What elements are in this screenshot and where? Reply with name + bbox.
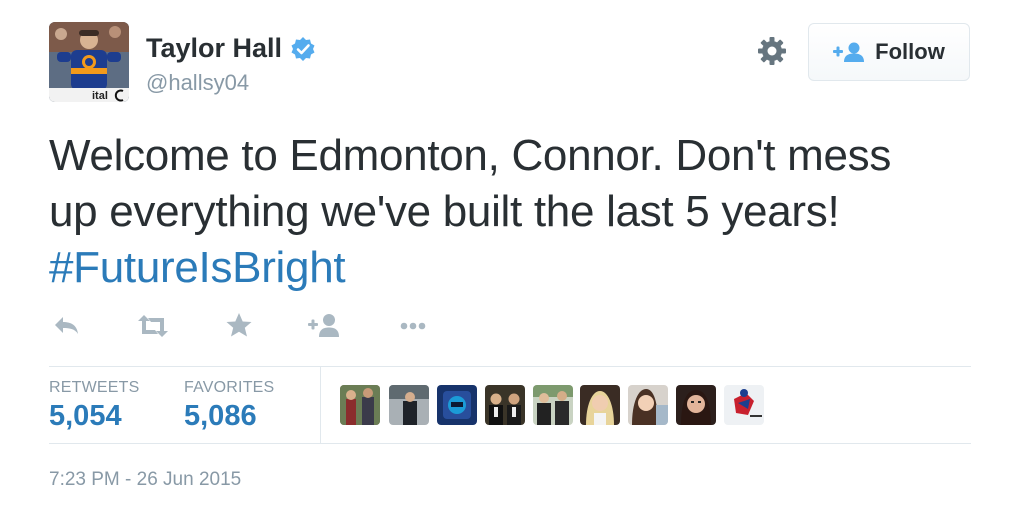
retweets-count[interactable]: 5,054 — [49, 400, 122, 433]
tweet-text-line: Welcome to Edmonton, Connor. Don't mess — [49, 131, 892, 180]
star-icon[interactable] — [221, 308, 257, 344]
follow-button-label: Follow — [875, 39, 945, 64]
avatar-sign-text: ital — [92, 90, 108, 102]
favoriter-avatar[interactable] — [437, 385, 477, 425]
favoriter-avatar[interactable] — [533, 385, 573, 425]
stats-bottom-divider — [49, 443, 971, 444]
retweet-icon[interactable] — [135, 308, 171, 344]
author-avatar[interactable]: ital — [49, 22, 129, 102]
favoriter-avatar[interactable] — [340, 385, 380, 425]
reply-icon[interactable] — [49, 308, 85, 344]
favoriter-avatar[interactable] — [724, 385, 764, 425]
favoriter-avatar[interactable] — [389, 385, 429, 425]
verified-badge-icon — [291, 36, 315, 61]
tweet-card: ital Taylor Hall @hallsy04 Follow Welcom… — [0, 0, 1024, 512]
add-user-icon — [833, 42, 865, 62]
favorites-label: FAVORITES — [184, 379, 275, 396]
favoriter-avatar[interactable] — [676, 385, 716, 425]
retweets-label: RETWEETS — [49, 379, 140, 396]
gear-icon[interactable] — [756, 35, 788, 67]
stats-vertical-divider — [320, 367, 321, 443]
tweet-text-line: up everything we've built the last 5 yea… — [49, 187, 840, 236]
stats-top-divider — [49, 366, 971, 367]
tweet-timestamp[interactable]: 7:23 PM - 26 Jun 2015 — [49, 469, 241, 491]
hashtag-link[interactable]: #FutureIsBright — [49, 243, 346, 292]
add-user-icon[interactable] — [307, 308, 343, 344]
favorites-count[interactable]: 5,086 — [184, 400, 257, 433]
profile-photo-icon: ital — [49, 22, 129, 102]
author-name-row[interactable]: Taylor Hall — [146, 33, 316, 64]
follow-button[interactable]: Follow — [808, 23, 970, 81]
favoriter-avatar[interactable] — [485, 385, 525, 425]
author-display-name[interactable]: Taylor Hall — [146, 33, 282, 64]
more-dots-icon[interactable] — [395, 308, 431, 344]
author-handle[interactable]: @hallsy04 — [146, 70, 249, 96]
favoriter-avatar[interactable] — [628, 385, 668, 425]
tweet-text: Welcome to Edmonton, Connor. Don't mess … — [49, 128, 989, 296]
favoriter-avatar[interactable] — [580, 385, 620, 425]
